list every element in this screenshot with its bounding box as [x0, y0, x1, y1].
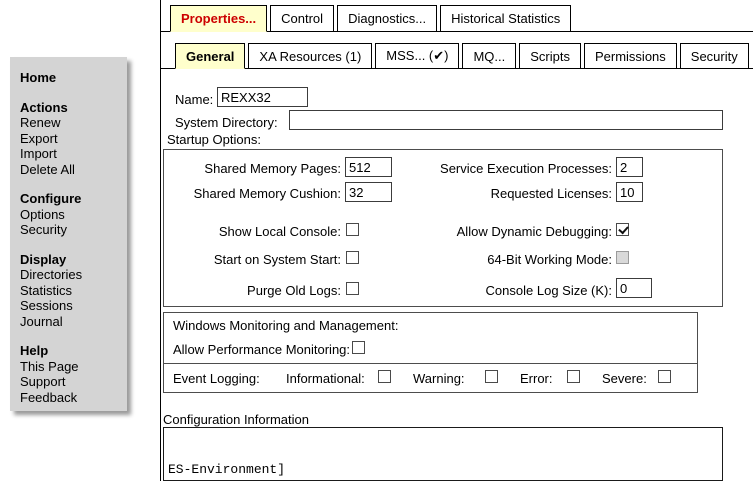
tab-properties[interactable]: Properties... [170, 5, 267, 32]
sidebar: Home Actions Renew Export Import Delete … [10, 57, 127, 411]
configuration-information-title: Configuration Information [163, 412, 309, 427]
sidebar-item-statistics[interactable]: Statistics [20, 283, 123, 299]
shared-memory-pages-label: Shared Memory Pages: [163, 161, 341, 176]
sidebar-header-configure: Configure [20, 191, 123, 207]
64-bit-working-mode-checkbox [616, 251, 629, 264]
tab-security[interactable]: Security [680, 43, 749, 69]
allow-dynamic-debugging-label: Allow Dynamic Debugging: [420, 224, 612, 239]
allow-performance-monitoring-label: Allow Performance Monitoring: [173, 342, 350, 357]
console-log-size-input[interactable] [616, 278, 652, 298]
content-left-divider [160, 0, 161, 481]
severe-label: Severe: [602, 371, 647, 386]
sidebar-item-support[interactable]: Support [20, 374, 123, 390]
sidebar-item-import[interactable]: Import [20, 146, 123, 162]
requested-licenses-label: Requested Licenses: [420, 186, 612, 201]
purge-old-logs-label: Purge Old Logs: [163, 283, 341, 298]
allow-dynamic-debugging-checkbox[interactable] [616, 223, 629, 236]
warning-label: Warning: [413, 371, 465, 386]
sidebar-item-feedback[interactable]: Feedback [20, 390, 123, 406]
error-label: Error: [520, 371, 553, 386]
tab-permissions[interactable]: Permissions [584, 43, 677, 69]
name-input[interactable] [217, 87, 308, 107]
monitoring-row-divider [164, 363, 697, 364]
show-local-console-label: Show Local Console: [163, 224, 341, 239]
system-directory-input[interactable] [289, 110, 723, 130]
configuration-textarea[interactable]: ES-Environment] MFTRACE_CONFIG=C:\Users\… [163, 427, 723, 481]
sidebar-item-delete-all[interactable]: Delete All [20, 162, 123, 178]
tab-mss[interactable]: MSS... (✔) [375, 43, 459, 69]
shared-memory-pages-input[interactable] [345, 157, 392, 177]
show-local-console-checkbox[interactable] [346, 223, 359, 236]
sidebar-item-sessions[interactable]: Sessions [20, 298, 123, 314]
64-bit-working-mode-label: 64-Bit Working Mode: [420, 252, 612, 267]
tab-general[interactable]: General [175, 43, 245, 69]
tab-control[interactable]: Control [270, 5, 334, 32]
warning-checkbox[interactable] [485, 370, 498, 383]
severe-checkbox[interactable] [658, 370, 671, 383]
system-directory-label: System Directory: [175, 115, 278, 130]
sidebar-item-options[interactable]: Options [20, 207, 123, 223]
shared-memory-cushion-label: Shared Memory Cushion: [163, 186, 341, 201]
sidebar-item-directories[interactable]: Directories [20, 267, 123, 283]
startup-options-title: Startup Options: [167, 132, 261, 147]
configuration-line-1: ES-Environment] [168, 462, 718, 478]
service-execution-processes-input[interactable] [616, 157, 643, 177]
sidebar-header-display: Display [20, 252, 123, 268]
event-logging-label: Event Logging: [173, 371, 260, 386]
sidebar-header-help: Help [20, 343, 123, 359]
tab-diagnostics[interactable]: Diagnostics... [337, 5, 437, 32]
sidebar-item-renew[interactable]: Renew [20, 115, 123, 131]
informational-label: Informational: [286, 371, 365, 386]
start-on-system-start-label: Start on System Start: [163, 252, 341, 267]
secondary-tab-bar: General XA Resources (1) MSS... (✔) MQ..… [175, 43, 749, 69]
sidebar-item-this-page[interactable]: This Page [20, 359, 123, 375]
shared-memory-cushion-input[interactable] [345, 182, 392, 202]
informational-checkbox[interactable] [378, 370, 391, 383]
sidebar-item-journal[interactable]: Journal [20, 314, 123, 330]
tab-xa-resources[interactable]: XA Resources (1) [248, 43, 372, 69]
requested-licenses-input[interactable] [616, 182, 643, 202]
sidebar-header-actions: Actions [20, 100, 123, 116]
allow-performance-monitoring-checkbox[interactable] [352, 341, 365, 354]
error-checkbox[interactable] [567, 370, 580, 383]
name-label: Name: [175, 92, 213, 107]
console-log-size-label: Console Log Size (K): [420, 283, 612, 298]
tab-historical-statistics[interactable]: Historical Statistics [440, 5, 571, 32]
service-execution-processes-label: Service Execution Processes: [420, 161, 612, 176]
primary-tab-bar: Properties... Control Diagnostics... His… [170, 5, 571, 32]
sidebar-item-security[interactable]: Security [20, 222, 123, 238]
sidebar-item-export[interactable]: Export [20, 131, 123, 147]
monitoring-title: Windows Monitoring and Management: [173, 318, 398, 333]
sidebar-item-home[interactable]: Home [20, 70, 123, 86]
start-on-system-start-checkbox[interactable] [346, 251, 359, 264]
tab-scripts[interactable]: Scripts [519, 43, 581, 69]
purge-old-logs-checkbox[interactable] [346, 282, 359, 295]
tab-mq[interactable]: MQ... [462, 43, 516, 69]
